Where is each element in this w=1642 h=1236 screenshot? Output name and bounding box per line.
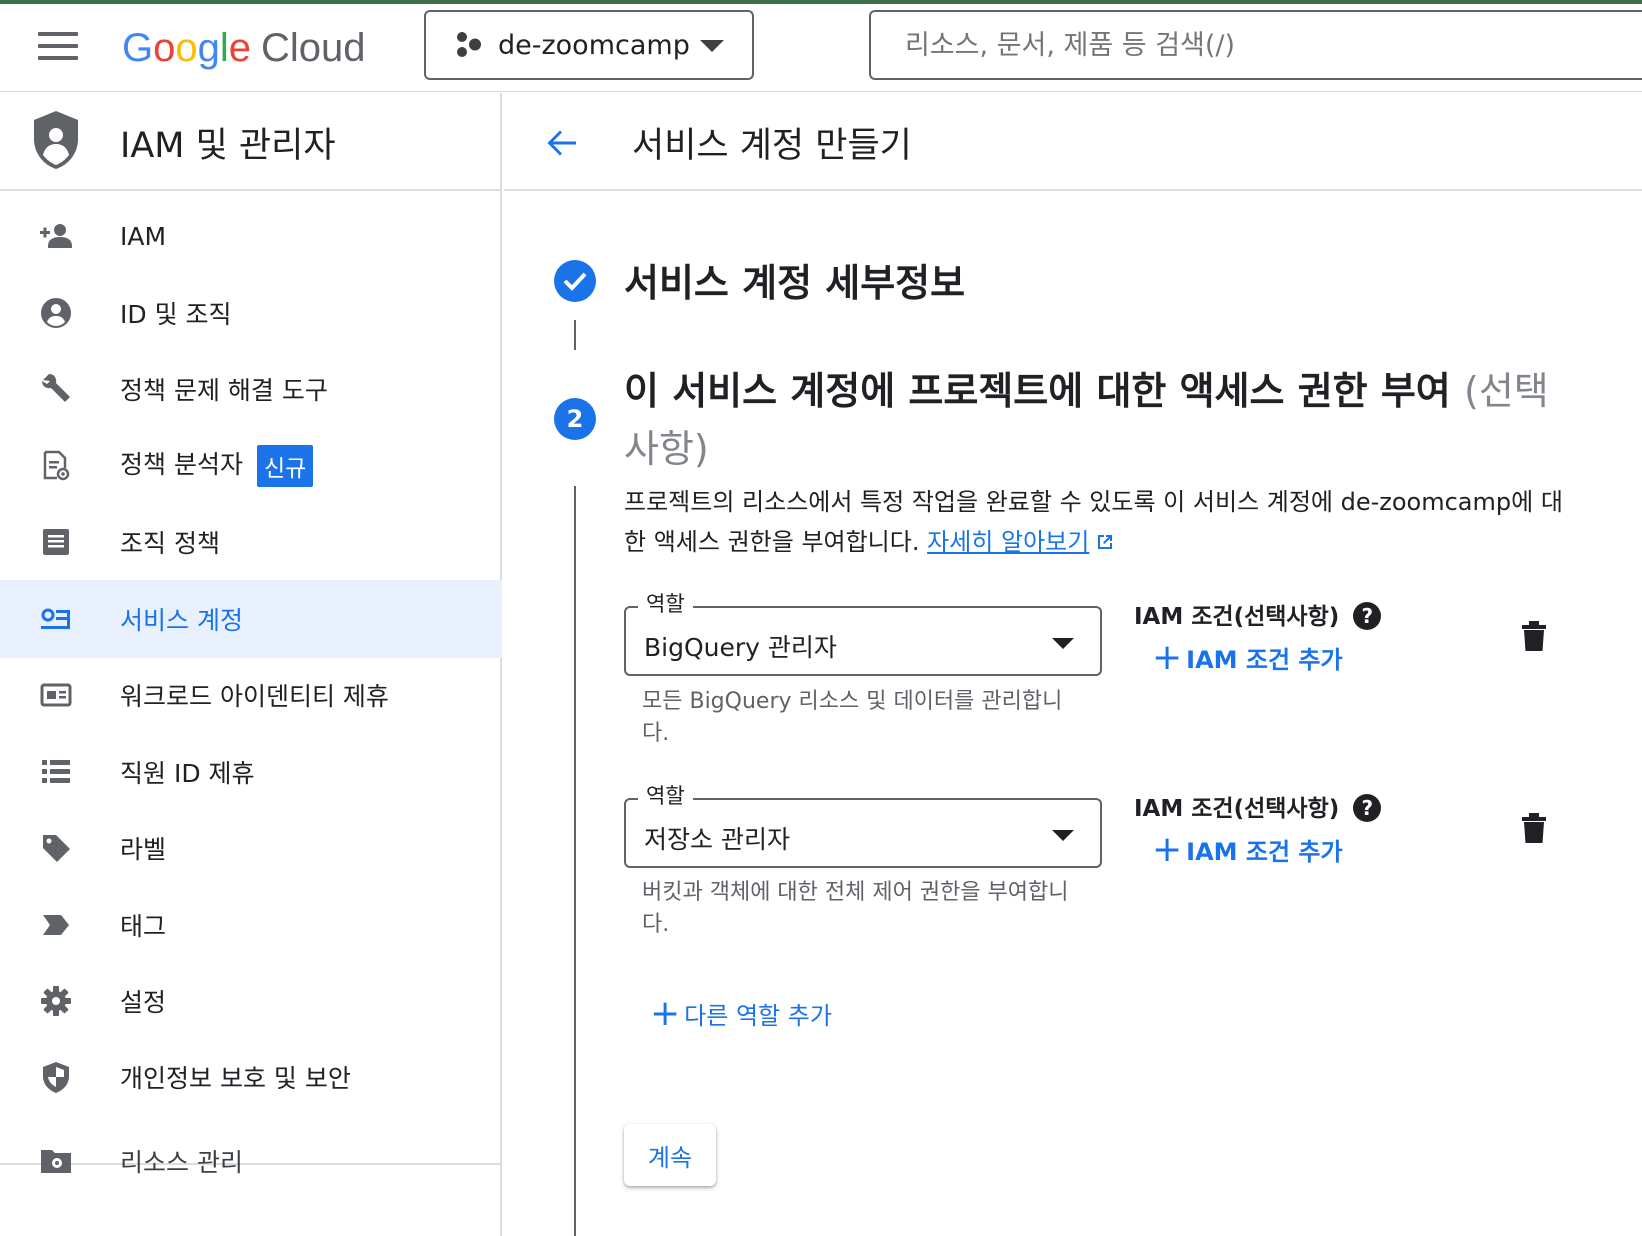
- sidebar-item-label: IAM: [120, 221, 167, 251]
- sidebar-item-org-policy[interactable]: 조직 정책: [0, 503, 502, 581]
- stepper-connector: [574, 486, 576, 1236]
- iam-condition-label: IAM 조건(선택사항)?: [1134, 789, 1382, 823]
- iam-condition-label: IAM 조건(선택사항)?: [1134, 597, 1382, 631]
- role-hint: 모든 BigQuery 리소스 및 데이터를 관리합니다.: [642, 689, 1063, 746]
- step1-title[interactable]: 서비스 계정 세부정보: [624, 252, 965, 307]
- delete-trash-icon[interactable]: [1521, 812, 1547, 844]
- folder-gear-icon: [38, 1143, 74, 1179]
- external-link-icon: [1098, 535, 1113, 549]
- dropdown-caret-icon: [1052, 638, 1074, 649]
- step2-description: 프로젝트의 리소스에서 특정 작업을 완료할 수 있도록 이 서비스 계정에 d…: [624, 488, 1563, 556]
- sidebar-item-service-accounts[interactable]: 서비스 계정: [0, 580, 502, 658]
- continue-button[interactable]: 계속: [624, 1124, 716, 1186]
- sidebar-item-iam[interactable]: IAM: [0, 197, 502, 275]
- person-add-icon: [38, 218, 74, 254]
- role-select[interactable]: 역할 저장소 관리자: [624, 780, 1102, 868]
- sidebar-item-privacy-security[interactable]: 개인정보 보호 및 보안: [0, 1038, 502, 1116]
- new-badge: 신규: [256, 445, 314, 487]
- sidebar-item-label: 정책 분석자 신규: [120, 445, 314, 487]
- role-value: 저장소 관리자: [644, 825, 790, 854]
- sidebar-item-label: 리소스 관리: [120, 1148, 243, 1177]
- sidebar-item-resource-manager[interactable]: 리소스 관리: [0, 1122, 502, 1200]
- sidebar: IAM 및 관리자 IAM ID 및 조직 정책 문제 해결 도구 정책 분석자…: [0, 93, 502, 1236]
- sidebar-item-tags[interactable]: 태그: [0, 886, 502, 964]
- add-another-role-button[interactable]: + 다른 역할 추가: [650, 992, 832, 1034]
- sidebar-item-label: 직원 ID 제휴: [120, 759, 255, 788]
- role-hint: 버킷과 객체에 대한 전체 제어 권한을 부여합니다.: [642, 880, 1069, 937]
- account-circle-icon: [38, 295, 74, 331]
- search-input[interactable]: [869, 10, 1642, 80]
- stepper-connector: [574, 320, 576, 350]
- sidebar-item-label: 설정: [120, 988, 167, 1017]
- add-iam-condition-button[interactable]: + IAM 조건 추가: [1152, 636, 1343, 678]
- sidebar-item-workload-identity[interactable]: 워크로드 아이덴티티 제휴: [0, 656, 502, 734]
- project-name: de-zoomcamp: [498, 29, 690, 61]
- project-picker[interactable]: de-zoomcamp: [424, 10, 754, 80]
- list-icon: [38, 754, 74, 790]
- sidebar-item-settings[interactable]: 설정: [0, 962, 502, 1040]
- sidebar-item-label: 서비스 계정: [120, 606, 243, 635]
- add-iam-condition-button[interactable]: + IAM 조건 추가: [1152, 828, 1343, 870]
- sidebar-item-policy-analyzer[interactable]: 정책 분석자 신규: [0, 427, 502, 505]
- step2-title: 이 서비스 계정에 프로젝트에 대한 액세스 권한 부여 (선택사항): [624, 369, 1549, 471]
- step-complete-check-icon[interactable]: [554, 260, 596, 302]
- sidebar-title: IAM 및 관리자: [120, 126, 336, 166]
- sidebar-item-label: 태그: [120, 912, 167, 941]
- sidebar-item-label: ID 및 조직: [120, 300, 232, 329]
- page-title: 서비스 계정 만들기: [632, 126, 912, 166]
- sidebar-item-label: 정책 문제 해결 도구: [120, 376, 328, 405]
- step2-number: 2: [554, 398, 596, 440]
- plus-icon: +: [1152, 636, 1183, 678]
- top-bar: Google Cloud de-zoomcamp: [0, 4, 1642, 92]
- sidebar-header: IAM 및 관리자: [0, 93, 500, 191]
- learn-more-link[interactable]: 자세히 알아보기: [927, 528, 1115, 556]
- main-header: 서비스 계정 만들기: [504, 93, 1642, 191]
- role-field-label: 역할: [638, 780, 693, 810]
- wrench-icon: [38, 371, 74, 407]
- id-card-icon: [38, 677, 74, 713]
- tag-icon: [38, 830, 74, 866]
- role-field-label: 역할: [638, 588, 693, 618]
- help-icon[interactable]: ?: [1353, 794, 1382, 822]
- policy-document-icon: [38, 448, 74, 484]
- sidebar-item-label: 라벨: [120, 835, 167, 864]
- shield-icon: [38, 1059, 74, 1095]
- project-hexagon-icon: [457, 32, 481, 57]
- sidebar-item-workforce-identity[interactable]: 직원 ID 제휴: [0, 733, 502, 811]
- google-cloud-logo[interactable]: Google Cloud: [122, 20, 366, 76]
- sidebar-item-label: 개인정보 보호 및 보안: [120, 1064, 351, 1093]
- sidebar-item-policy-troubleshooter[interactable]: 정책 문제 해결 도구: [0, 350, 502, 428]
- sidebar-item-label: 조직 정책: [120, 529, 220, 558]
- plus-icon: +: [650, 992, 681, 1034]
- sidebar-item-id-org[interactable]: ID 및 조직: [0, 274, 502, 352]
- chevron-down-icon: [700, 40, 724, 52]
- chevron-tag-icon: [38, 907, 74, 943]
- delete-trash-icon[interactable]: [1521, 620, 1547, 652]
- sidebar-item-labels[interactable]: 라벨: [0, 809, 502, 887]
- gear-icon: [38, 983, 74, 1019]
- list-document-icon: [38, 524, 74, 560]
- iam-shield-icon: [34, 111, 78, 169]
- role-select[interactable]: 역할 BigQuery 관리자: [624, 588, 1102, 676]
- sidebar-item-label: 워크로드 아이덴티티 제휴: [120, 682, 389, 711]
- dropdown-caret-icon: [1052, 830, 1074, 841]
- back-arrow-icon[interactable]: [542, 123, 582, 163]
- plus-icon: +: [1152, 828, 1183, 870]
- service-account-icon: [38, 601, 74, 637]
- hamburger-menu-icon[interactable]: [38, 32, 78, 64]
- role-value: BigQuery 관리자: [644, 633, 837, 662]
- help-icon[interactable]: ?: [1353, 602, 1382, 630]
